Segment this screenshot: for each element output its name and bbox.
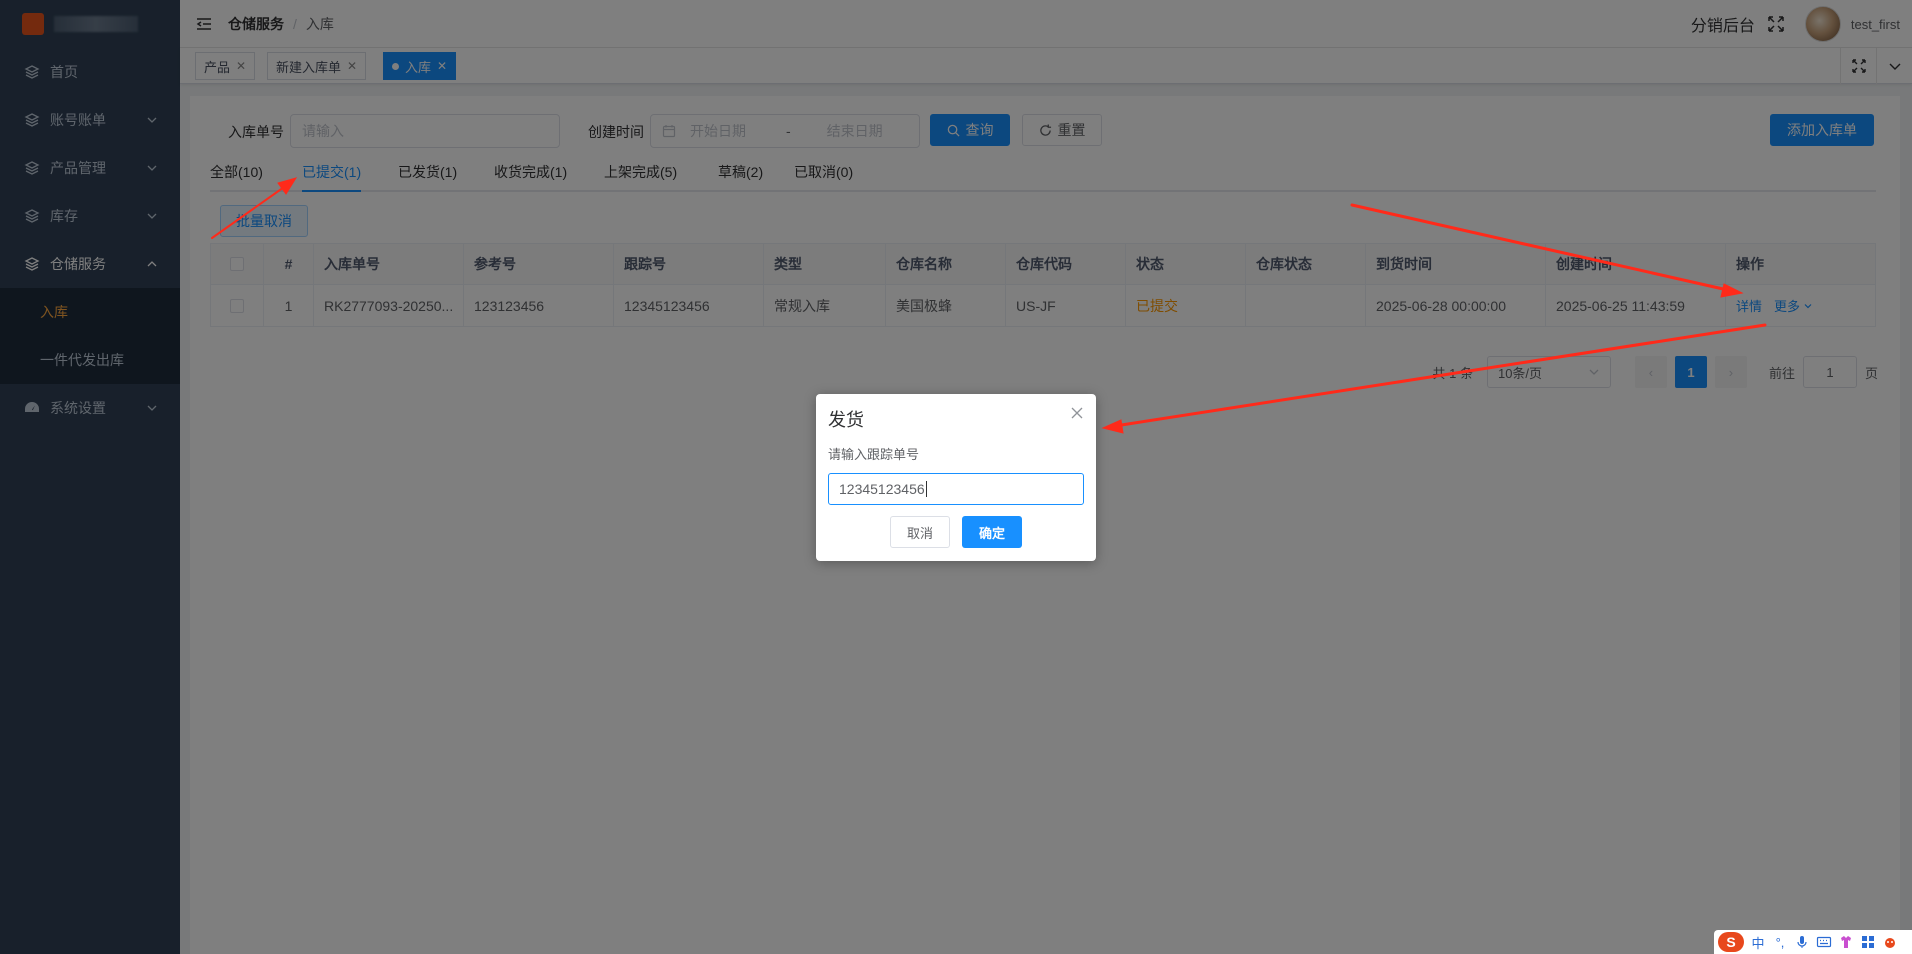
dialog-confirm-button[interactable]: 确定 [962, 516, 1022, 548]
tracking-no-value: 12345123456 [839, 481, 925, 497]
keyboard-icon[interactable] [1816, 934, 1832, 950]
text-caret [925, 481, 927, 497]
skin-icon[interactable] [1838, 934, 1854, 950]
dialog-title: 发货 [828, 410, 864, 430]
tracking-no-input[interactable]: 12345123456 [828, 473, 1084, 505]
close-icon[interactable] [1070, 406, 1084, 420]
ime-mascot-icon[interactable] [1882, 934, 1898, 950]
microphone-icon[interactable] [1794, 934, 1810, 950]
ship-dialog: 发货 请输入跟踪单号 12345123456 取消 确定 [816, 394, 1096, 561]
ime-logo[interactable]: S [1718, 932, 1744, 952]
ime-toolbar: S 中 °, [1714, 930, 1912, 954]
grid-icon[interactable] [1860, 934, 1876, 950]
dialog-cancel-button[interactable]: 取消 [890, 516, 950, 548]
dialog-message: 请输入跟踪单号 [828, 447, 920, 462]
ime-punctuation[interactable]: °, [1772, 934, 1788, 950]
ime-lang[interactable]: 中 [1750, 934, 1766, 951]
